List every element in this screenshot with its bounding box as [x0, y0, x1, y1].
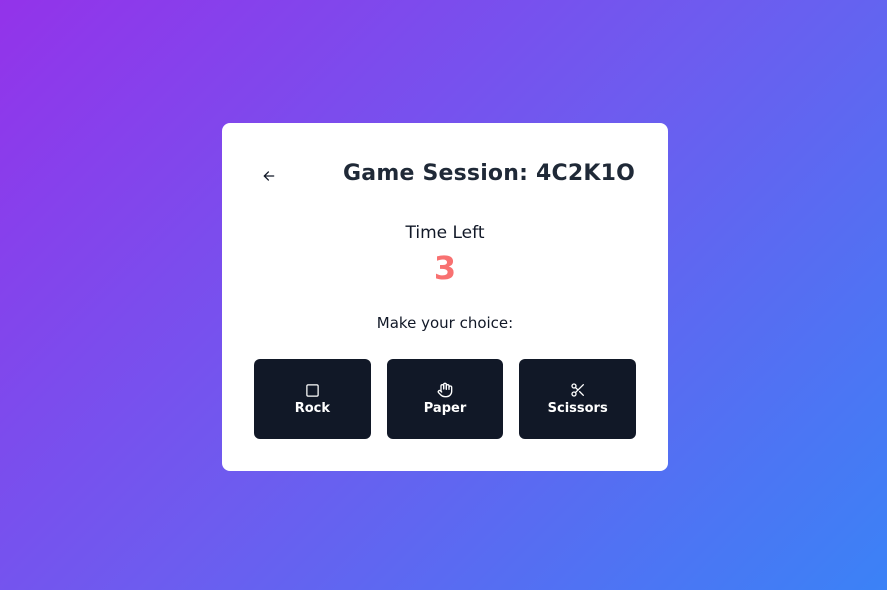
scissors-icon	[570, 382, 586, 398]
timer-value: 3	[433, 249, 457, 287]
choice-prompt: Make your choice:	[376, 314, 514, 332]
choice-buttons: Rock Paper Scissors	[254, 359, 637, 439]
timer-label: Time Left	[405, 223, 485, 243]
hand-icon	[437, 382, 453, 398]
arrow-left-icon	[263, 171, 275, 181]
card-header: Game Session: 4C2K1O	[222, 123, 668, 233]
rock-label: Rock	[294, 401, 330, 416]
scissors-label: Scissors	[547, 401, 608, 416]
paper-label: Paper	[423, 401, 467, 416]
game-card: Game Session: 4C2K1O Time Left 3 Make yo…	[222, 123, 668, 471]
rock-button[interactable]: Rock	[254, 359, 371, 439]
paper-button[interactable]: Paper	[386, 359, 504, 439]
square-icon	[304, 382, 320, 398]
page-title: Game Session: 4C2K1O	[343, 161, 635, 186]
back-button[interactable]	[258, 165, 280, 187]
scissors-button[interactable]: Scissors	[519, 359, 637, 439]
